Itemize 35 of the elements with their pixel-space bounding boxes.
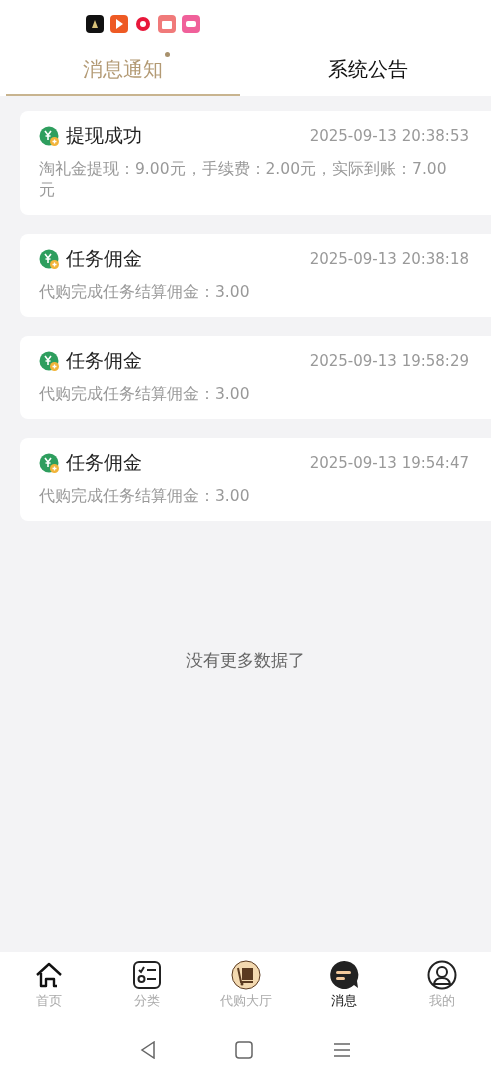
message-card[interactable]: 任务佣金 2025-09-13 19:54:47 代购完成任务结算佣金：3.00 bbox=[20, 438, 491, 521]
nav-label[interactable]: 消息 bbox=[330, 992, 357, 1010]
chat-bubble-icon[interactable] bbox=[328, 960, 359, 990]
tab[interactable]: 系统公告 bbox=[251, 44, 485, 96]
message-time: 2025-09-13 19:54:47 bbox=[309, 454, 469, 472]
app-notification-icon bbox=[134, 15, 152, 33]
message-card[interactable]: 任务佣金 2025-09-13 19:58:29 代购完成任务结算佣金：3.00 bbox=[20, 336, 491, 419]
message-time: 2025-09-13 19:58:29 bbox=[309, 352, 469, 370]
message-title: 任务佣金 bbox=[66, 450, 143, 475]
coin-icon bbox=[39, 350, 60, 372]
profile-icon[interactable] bbox=[426, 960, 457, 990]
app-notification-icon bbox=[158, 15, 176, 33]
home-button-icon[interactable] bbox=[235, 1041, 254, 1059]
end-of-list-text: 没有更多数据了 bbox=[186, 649, 305, 671]
app-notification-icon bbox=[86, 15, 104, 33]
cart-icon[interactable] bbox=[230, 960, 261, 990]
app-notification-icon bbox=[182, 15, 200, 33]
message-title: 任务佣金 bbox=[66, 348, 143, 373]
app-notification-icon bbox=[110, 15, 128, 33]
message-body: 代购完成任务结算佣金：3.00 bbox=[39, 282, 251, 303]
list-icon[interactable] bbox=[132, 960, 163, 990]
message-title: 任务佣金 bbox=[66, 246, 143, 271]
back-icon[interactable] bbox=[139, 1041, 156, 1059]
message-body: 淘礼金提现：9.00元，手续费：2.00元，实际到账：7.00元 bbox=[39, 159, 448, 201]
message-body: 代购完成任务结算佣金：3.00 bbox=[39, 384, 251, 405]
message-time: 2025-09-13 20:38:53 bbox=[309, 127, 469, 145]
message-card[interactable]: 提现成功 2025-09-13 20:38:53 淘礼金提现：9.00元，手续费：2.00元，实际到账：7.00元 bbox=[20, 111, 491, 215]
message-body: 代购完成任务结算佣金：3.00 bbox=[39, 486, 251, 507]
message-title: 提现成功 bbox=[66, 123, 143, 148]
coin-icon bbox=[39, 125, 60, 147]
coin-icon bbox=[39, 452, 60, 474]
message-card[interactable]: 任务佣金 2025-09-13 20:38:18 代购完成任务结算佣金：3.00 bbox=[20, 234, 491, 317]
menu-icon[interactable] bbox=[333, 1042, 352, 1058]
message-time: 2025-09-13 20:38:18 bbox=[309, 250, 469, 268]
coin-icon bbox=[39, 248, 60, 270]
